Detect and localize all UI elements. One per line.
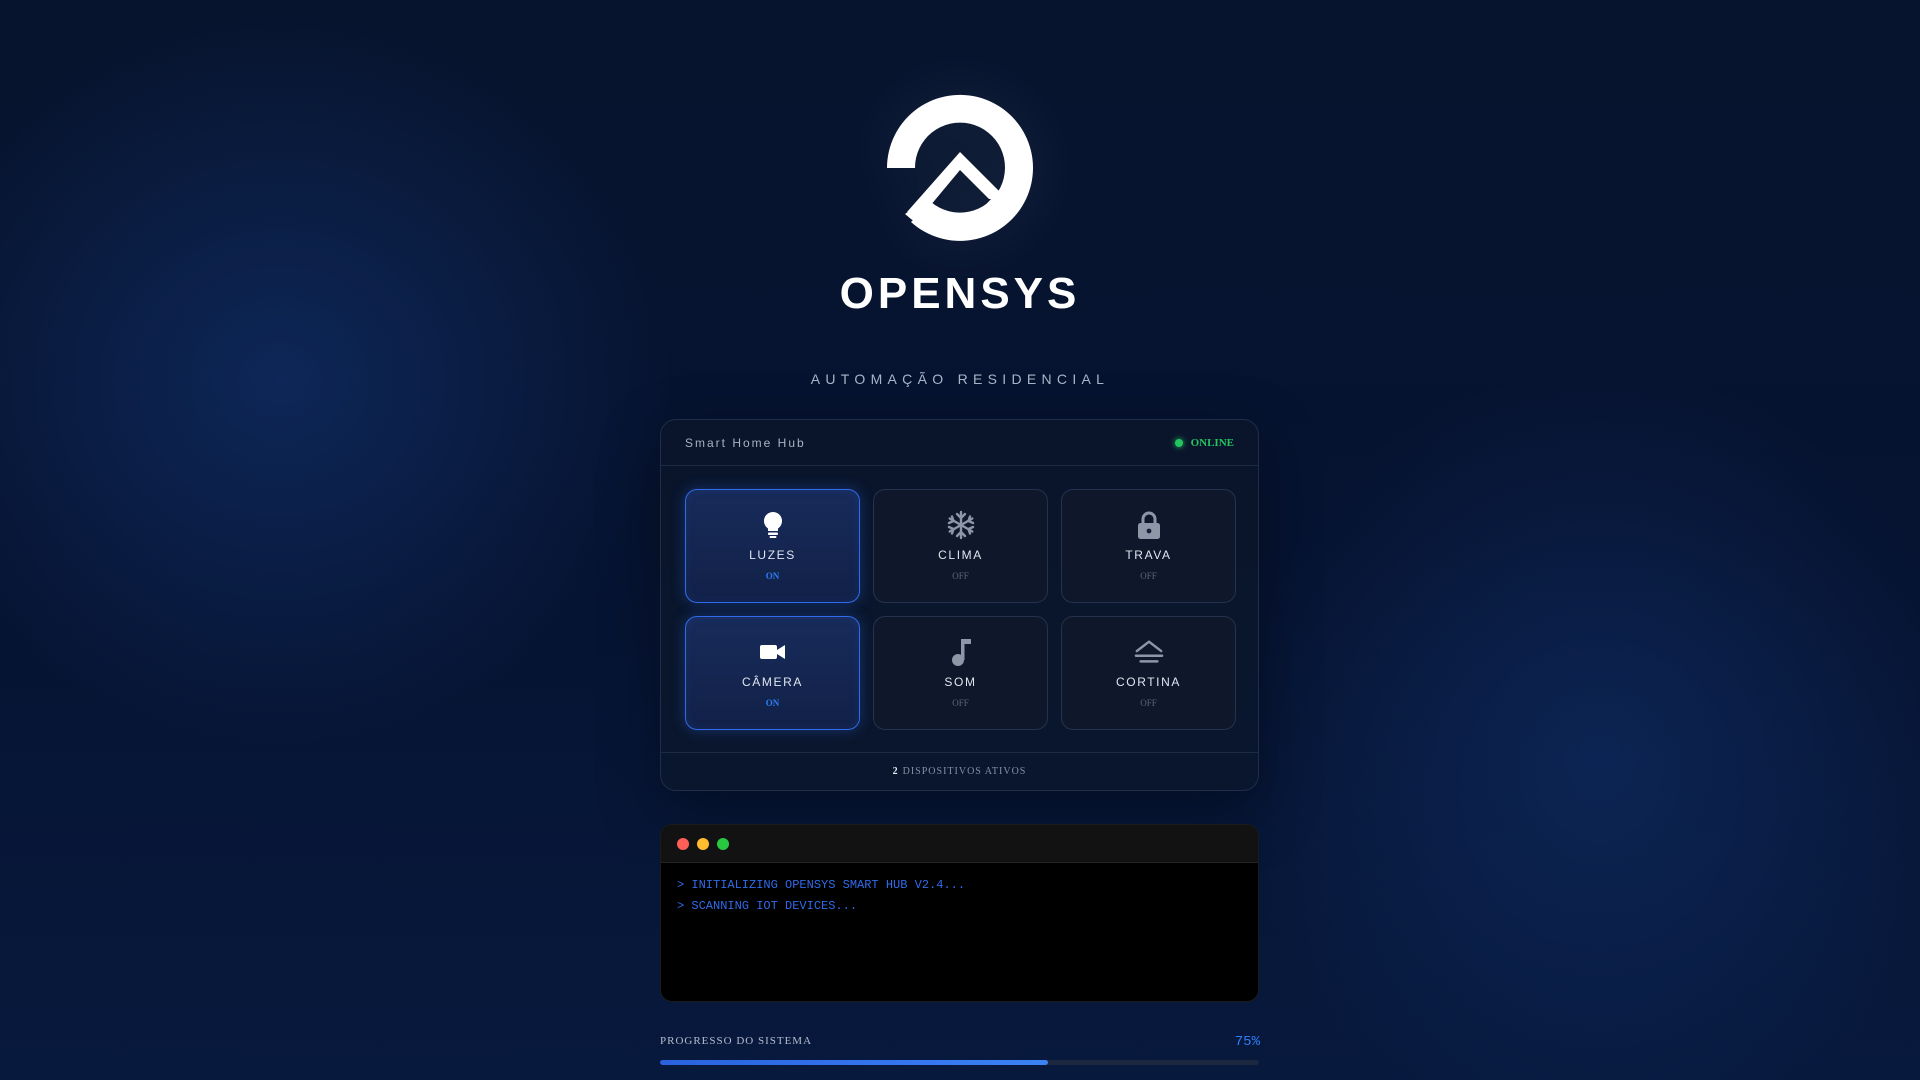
device-tile-som[interactable]: SOM OFF <box>873 616 1048 730</box>
hub-footer: 2 DISPOSITIVOS ATIVOS <box>661 752 1258 790</box>
device-tile-camera[interactable]: CÂMERA ON <box>685 616 860 730</box>
hub-title: Smart Home Hub <box>685 435 806 450</box>
active-device-label: DISPOSITIVOS ATIVOS <box>902 766 1027 777</box>
logo <box>0 82 1920 248</box>
progress-label: PROGRESSO DO SISTEMA <box>660 1035 813 1047</box>
music-note-icon <box>946 637 976 667</box>
opensys-logo-icon <box>886 94 1033 241</box>
terminal-title-bar <box>661 825 1258 863</box>
minimize-dot-icon[interactable] <box>697 837 709 850</box>
status-badge: ONLINE <box>1174 436 1234 449</box>
device-grid: LUZES ON CLIMA OFF TRAVA OFF CÂMERA ON S… <box>685 489 1236 730</box>
smart-home-hub-panel: Smart Home Hub ONLINE LUZES ON CLIMA OFF… <box>660 419 1259 791</box>
device-label: CORTINA <box>1116 675 1181 689</box>
page-subtitle: AUTOMAÇÃO RESIDENCIAL <box>810 371 1110 387</box>
terminal-line: > SCANNING IOT DEVICES... <box>677 899 858 913</box>
terminal-window: > INITIALIZING OPENSYS SMART HUB V2.4...… <box>660 824 1259 1002</box>
hub-header: Smart Home Hub ONLINE <box>661 420 1258 466</box>
maximize-dot-icon[interactable] <box>717 837 729 850</box>
device-label: TRAVA <box>1125 548 1172 562</box>
progress-percent: 75% <box>1234 1034 1260 1050</box>
progress-bar-fill <box>660 1060 1048 1065</box>
device-state: OFF <box>1140 571 1157 581</box>
status-text: ONLINE <box>1190 436 1234 449</box>
device-tile-clima[interactable]: CLIMA OFF <box>873 489 1048 603</box>
curtain-icon <box>1134 637 1164 667</box>
device-state: OFF <box>1140 698 1157 708</box>
status-dot-icon <box>1174 438 1183 447</box>
device-label: CÂMERA <box>742 675 803 689</box>
active-device-count: 2 <box>892 766 899 777</box>
device-tile-luzes[interactable]: LUZES ON <box>685 489 860 603</box>
progress-bar <box>660 1060 1259 1065</box>
device-tile-trava[interactable]: TRAVA OFF <box>1061 489 1236 603</box>
device-state: OFF <box>952 571 969 581</box>
device-state: ON <box>765 571 780 581</box>
device-state: OFF <box>952 698 969 708</box>
brand-name: OPENSYS <box>840 269 1081 318</box>
video-camera-icon <box>758 637 788 667</box>
brand-wordmark: OPENSYS <box>0 268 1920 323</box>
device-tile-cortina[interactable]: CORTINA OFF <box>1061 616 1236 730</box>
close-dot-icon[interactable] <box>677 837 689 850</box>
device-label: SOM <box>944 675 977 689</box>
snowflake-icon <box>946 510 976 540</box>
device-label: CLIMA <box>938 548 983 562</box>
brand-wordmark-svg: OPENSYS <box>840 269 1081 318</box>
lightbulb-icon <box>758 510 788 540</box>
lock-icon <box>1134 510 1164 540</box>
device-state: ON <box>765 698 780 708</box>
device-label: LUZES <box>749 548 796 562</box>
terminal-output: > INITIALIZING OPENSYS SMART HUB V2.4...… <box>661 863 1258 929</box>
terminal-line: > INITIALIZING OPENSYS SMART HUB V2.4... <box>677 878 966 892</box>
